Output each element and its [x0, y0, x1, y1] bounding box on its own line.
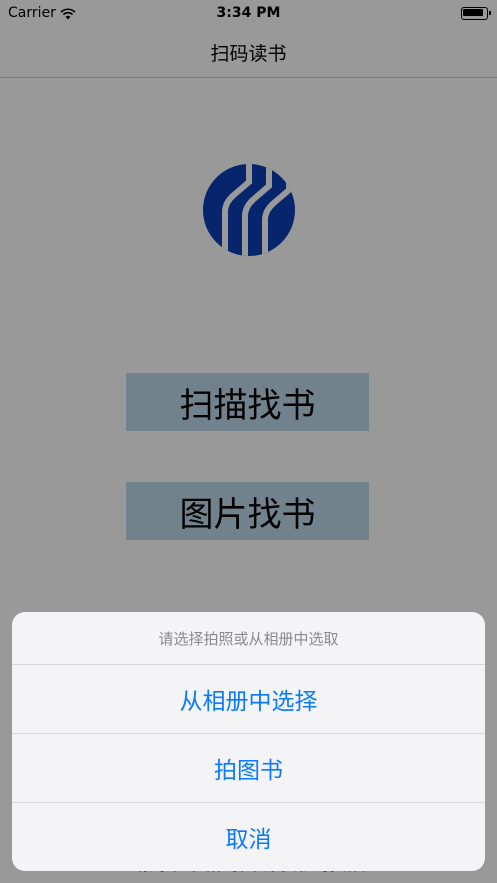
take-photo-option[interactable]: 拍图书 [12, 734, 485, 803]
choose-from-album-option[interactable]: 从相册中选择 [12, 665, 485, 734]
action-sheet-message: 请选择拍照或从相册中选取 [12, 612, 485, 665]
action-sheet: 请选择拍照或从相册中选取 从相册中选择 拍图书 取消 [12, 612, 485, 871]
action-sheet-group: 请选择拍照或从相册中选取 从相册中选择 拍图书 取消 [12, 612, 485, 871]
cancel-option[interactable]: 取消 [12, 803, 485, 871]
